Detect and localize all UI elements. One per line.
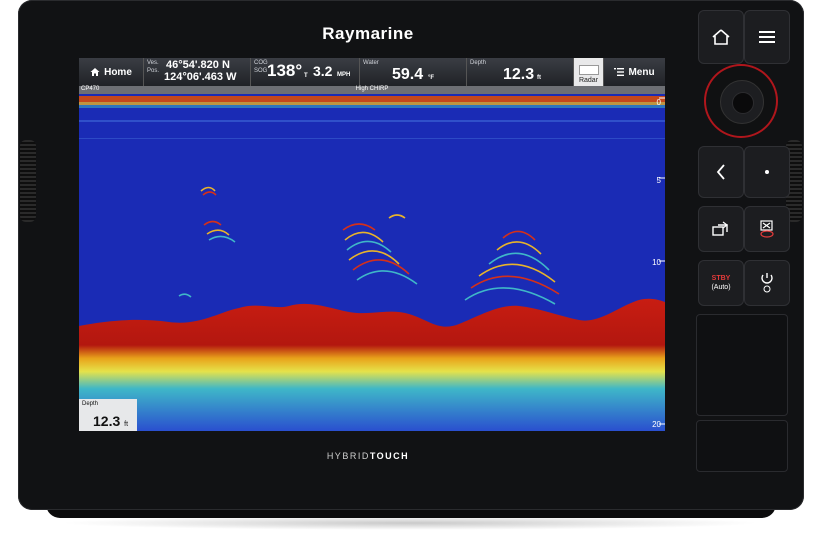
ok-button[interactable] (732, 92, 754, 114)
card-slot-door[interactable] (696, 420, 788, 472)
depth-scale-10: 10 (652, 258, 661, 267)
depth-overlay-value: 12.3 ft (93, 413, 129, 429)
switch-panel-button[interactable] (698, 206, 744, 252)
menu-icon (614, 68, 625, 76)
hybridtouch-label: HYBRIDTOUCH (326, 451, 410, 461)
menu-label: Menu (628, 66, 655, 78)
screen[interactable]: Home Ves. Pos. 46°54'.820 N 124°06'.463 … (79, 58, 665, 431)
standby-auto-button[interactable]: STBY (Auto) (698, 260, 744, 306)
home-icon (712, 29, 730, 45)
status-bar: CP470 High CHIRP (79, 86, 665, 94)
vessel-position-cell[interactable]: Ves. Pos. 46°54'.820 N 124°06'.463 W (144, 58, 251, 86)
home-button[interactable]: Home (79, 58, 144, 86)
cog-value: 138° (267, 61, 303, 80)
shadow (60, 516, 760, 530)
water-temp-value: 59.4 (392, 66, 424, 83)
depth-cell[interactable]: Depth 12.3 ft (467, 58, 574, 86)
chevron-left-icon (716, 164, 725, 180)
dot-icon (765, 170, 769, 174)
longitude-value: 124°06'.463 W (164, 71, 237, 83)
radar-button[interactable]: Radar (574, 58, 604, 86)
menu-hard-button[interactable] (744, 10, 790, 64)
data-bar: Home Ves. Pos. 46°54'.820 N 124°06'.463 … (79, 58, 665, 86)
vessel-label: Ves. (147, 60, 159, 66)
depth-overlay-label: Depth (82, 401, 99, 407)
sog-value: 3.2 (313, 63, 333, 79)
menu-icon (759, 31, 775, 43)
uni-controller-rotary[interactable] (706, 66, 776, 136)
switch-panel-icon (712, 221, 728, 236)
depth-value: 12.3 (503, 66, 535, 83)
power-button[interactable] (744, 260, 790, 306)
depth-overlay[interactable]: Depth 12.3 ft (79, 399, 137, 431)
cog-label: COG (254, 60, 268, 66)
radar-label: Radar (578, 77, 599, 84)
depth-overlay-unit: ft (124, 421, 129, 428)
brand-logo: Raymarine (322, 24, 414, 43)
mob-button[interactable] (744, 206, 790, 252)
home-hard-button[interactable] (698, 10, 744, 64)
surface-clutter (79, 96, 665, 102)
card-slot-cover[interactable] (696, 314, 788, 416)
left-mount-knob[interactable] (20, 140, 36, 222)
sog-unit: MPH (337, 72, 351, 78)
auto-label: (Auto) (711, 284, 731, 291)
sonar-display[interactable] (79, 94, 665, 431)
depth-unit: ft (537, 75, 541, 81)
water-label: Water (363, 60, 379, 66)
power-icon (761, 273, 773, 293)
water-temp-unit: °F (428, 75, 435, 81)
depth-scale-0: 0 (656, 98, 661, 107)
channel-label: High CHIRP (355, 86, 389, 92)
menu-button[interactable]: Menu (604, 58, 665, 86)
home-label: Home (104, 66, 132, 78)
control-panel: STBY (Auto) (678, 10, 794, 502)
depth-scale-5: 5 (656, 176, 661, 185)
position-label: Pos. (147, 68, 160, 74)
man-overboard-icon (760, 220, 774, 238)
latitude-value: 46°54'.820 N (166, 59, 230, 71)
cog-unit: T (304, 73, 308, 79)
joystick[interactable] (720, 80, 764, 124)
sog-label: SOG (254, 68, 268, 74)
cog-sog-cell[interactable]: COG SOG 138° T 3.2 MPH (251, 58, 360, 86)
water-temp-cell[interactable]: Water 59.4 °F (360, 58, 467, 86)
depth-scale-20: 20 (652, 420, 661, 429)
radar-icon (578, 65, 599, 75)
stby-label: STBY (711, 275, 731, 282)
dot-hard-button[interactable] (744, 146, 790, 198)
back-hard-button[interactable] (698, 146, 744, 198)
depth-label: Depth (470, 60, 487, 66)
home-icon (90, 68, 100, 76)
